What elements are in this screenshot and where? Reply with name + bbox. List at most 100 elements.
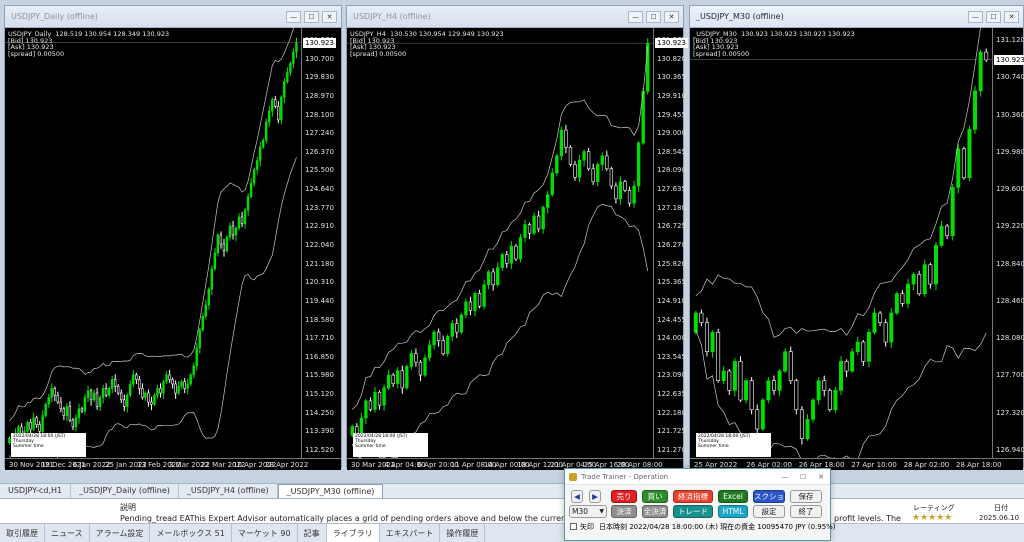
candle-body — [198, 329, 201, 349]
economic-indicator-button[interactable]: 経済指標 — [673, 490, 713, 503]
terminal-tab[interactable]: メールボックス 51 — [150, 524, 232, 542]
minimize-button[interactable]: — — [628, 10, 643, 23]
symbol-info: USDJPY_H4 130.530 130.954 129.949 130.92… — [350, 31, 504, 57]
save-button[interactable]: 保存 — [790, 490, 822, 503]
candle-body — [716, 332, 721, 381]
settle-button[interactable]: 決済 — [611, 505, 637, 518]
terminal-tab[interactable]: ニュース — [45, 524, 90, 542]
settle-all-button[interactable]: 全決済 — [642, 505, 668, 518]
candle-body — [573, 164, 577, 178]
terminal-tab[interactable]: 取引履歴 — [0, 524, 45, 542]
candle-body — [978, 51, 983, 92]
close-button[interactable]: ✕ — [1004, 10, 1019, 23]
candle-body — [555, 155, 559, 174]
maximize-button[interactable]: ☐ — [304, 10, 319, 23]
sell-button[interactable]: 売り — [611, 490, 637, 503]
price-tick: 128.460 — [996, 296, 1024, 305]
price-tick: 128.100 — [305, 110, 334, 119]
settings-button[interactable]: 設定 — [753, 505, 785, 518]
candle-body — [373, 391, 377, 410]
terminal-tab[interactable]: エキスパート — [380, 524, 441, 542]
timeframe-select[interactable]: M30 ▼ — [569, 505, 607, 518]
buy-button[interactable]: 買い — [642, 490, 668, 503]
candle-body — [289, 63, 292, 73]
terminal-tab[interactable]: 操作履歴 — [440, 524, 486, 542]
trade-button[interactable]: トレード — [673, 505, 713, 518]
candle-body — [47, 397, 50, 405]
trade-trainer-dialog[interactable]: Trade Trainer - Operation — ☐ ✕ ◀ ▶ 売り 買… — [564, 468, 836, 541]
candle-body — [922, 264, 927, 295]
date-info-box: 2022/04/28 18:00 (JST) Thursday Summer tim… — [11, 433, 86, 457]
close-button[interactable]: ✕ — [322, 10, 337, 23]
candle-body — [74, 417, 78, 428]
candle-body — [35, 417, 38, 425]
price-tick: 127.180 — [657, 203, 686, 212]
candle-body — [274, 99, 277, 107]
prev-button[interactable]: ◀ — [571, 490, 583, 503]
candlestick-chart[interactable] — [5, 28, 301, 458]
close-button[interactable]: ✕ — [664, 10, 679, 23]
date-info-box: 2022/04/28 18:00 (JST) Thursday Summer tim… — [353, 433, 428, 457]
candle-body — [532, 215, 536, 234]
chart-window-h4[interactable]: USDJPY_H4 (offline) —☐✕ 131.275130.82013… — [346, 5, 688, 470]
chart-window-m30[interactable]: _USDJPY_M30 (offline) — ☐ ✕ 131.120 130.740… — [689, 5, 1024, 470]
excel-button[interactable]: Excel — [718, 490, 748, 503]
price-tick: 123.090 — [657, 371, 686, 380]
candle-body — [550, 172, 554, 195]
arrow-checkbox[interactable] — [570, 523, 577, 530]
chart-tab[interactable]: _USDJPY_Daily (offline) — [71, 484, 179, 498]
candle-body — [928, 264, 933, 285]
candle-body — [414, 353, 418, 363]
candle-body — [264, 121, 268, 141]
close-icon[interactable]: ✕ — [812, 473, 830, 481]
symbol-info: USDJPY_Daily 128.519 130.954 128.349 130… — [8, 31, 169, 57]
terminal-tab[interactable]: マーケット 90 — [232, 524, 298, 542]
terminal-tab-active[interactable]: ライブラリ — [326, 524, 380, 542]
candle-body — [192, 365, 195, 376]
candle-body — [704, 322, 709, 353]
chart-window-daily[interactable]: USDJPY_Daily (offline) —☐✕ 131.570130.70… — [4, 5, 342, 470]
candle-body — [514, 245, 518, 260]
price-tick: 112.520 — [305, 446, 334, 454]
window-titlebar[interactable]: USDJPY_H4 (offline) — ☐ ✕ — [347, 6, 683, 28]
datebox-line: Summer time — [13, 444, 44, 449]
candle-body — [141, 388, 144, 398]
candle-body — [405, 366, 409, 389]
candle-body — [850, 351, 855, 372]
info-line: [spread] 0.00500 — [693, 49, 750, 58]
candle-body — [126, 394, 129, 407]
candle-body — [26, 422, 29, 432]
chart-tab-active[interactable]: _USDJPY_M30 (offline) — [277, 484, 384, 498]
chart-tab[interactable]: USDJPY-cd,H1 — [0, 484, 72, 498]
maximize-icon[interactable]: ☐ — [794, 473, 812, 481]
candle-body — [582, 151, 586, 161]
candle-body — [618, 181, 623, 200]
candle-body — [207, 288, 210, 306]
window-titlebar[interactable]: USDJPY_Daily (offline) — ☐ ✕ — [5, 6, 341, 28]
price-axis: 131.120 130.740 130.360 129.980 129.600 129.2… — [992, 28, 1024, 458]
price-tick: 129.220 — [996, 222, 1024, 231]
terminal-tab[interactable]: 記事 — [298, 524, 327, 542]
next-button[interactable]: ▶ — [589, 490, 601, 503]
candle-body — [486, 271, 491, 286]
candle-body — [523, 224, 527, 238]
candlestick-chart[interactable] — [690, 28, 992, 458]
price-tick: 120.310 — [305, 278, 334, 287]
window-titlebar[interactable]: _USDJPY_M30 (offline) — ☐ ✕ — [690, 6, 1023, 28]
exit-button[interactable]: 終了 — [790, 505, 822, 518]
candle-body — [86, 390, 90, 398]
screenshot-button[interactable]: スクショ — [753, 490, 785, 503]
minimize-button[interactable]: — — [968, 10, 983, 23]
candle-body — [744, 380, 749, 401]
dialog-titlebar[interactable]: Trade Trainer - Operation — ☐ ✕ — [565, 469, 830, 485]
html-button[interactable]: HTML — [718, 505, 748, 518]
chart-tab[interactable]: _USDJPY_H4 (offline) — [179, 484, 278, 498]
maximize-button[interactable]: ☐ — [986, 10, 1001, 23]
candle-body — [623, 181, 627, 191]
candlestick-chart[interactable] — [347, 28, 653, 458]
minimize-button[interactable]: — — [286, 10, 301, 23]
price-tick: 123.770 — [305, 203, 334, 212]
terminal-tab[interactable]: アラーム設定 — [90, 524, 151, 542]
maximize-button[interactable]: ☐ — [646, 10, 661, 23]
minimize-icon[interactable]: — — [776, 473, 794, 481]
